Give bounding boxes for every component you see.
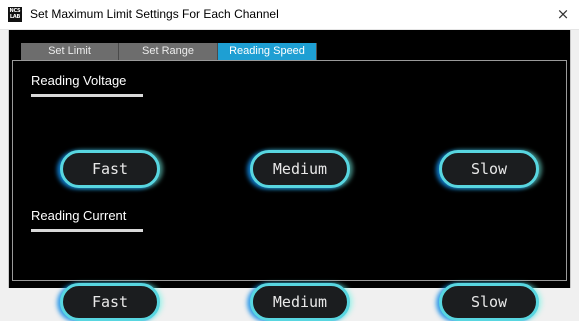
reading-current-underline (31, 229, 143, 232)
reading-current-label: Reading Current (31, 208, 127, 223)
tab-set-limit[interactable]: Set Limit (21, 43, 119, 60)
voltage-fast-button[interactable]: Fast (60, 150, 160, 188)
tab-bar: Set Limit Set Range Reading Speed (21, 43, 317, 60)
dialog-body: Set Limit Set Range Reading Speed Readin… (8, 30, 571, 321)
title-bar: NCS LAB Set Maximum Limit Settings For E… (0, 0, 579, 30)
voltage-medium-button[interactable]: Medium (250, 150, 350, 188)
current-fast-button[interactable]: Fast (60, 283, 160, 321)
current-medium-button[interactable]: Medium (250, 283, 350, 321)
reading-voltage-label: Reading Voltage (31, 73, 127, 88)
reading-speed-panel: Reading Voltage Fast Medium Slow Reading… (12, 60, 567, 321)
tab-reading-speed[interactable]: Reading Speed (218, 43, 317, 60)
current-slow-button[interactable]: Slow (439, 283, 539, 321)
tab-set-range[interactable]: Set Range (119, 43, 218, 60)
reading-voltage-underline (31, 94, 143, 97)
close-button[interactable]: × (553, 4, 573, 24)
app-icon: NCS LAB (8, 7, 22, 22)
voltage-slow-button[interactable]: Slow (439, 150, 539, 188)
window-title: Set Maximum Limit Settings For Each Chan… (30, 7, 279, 21)
